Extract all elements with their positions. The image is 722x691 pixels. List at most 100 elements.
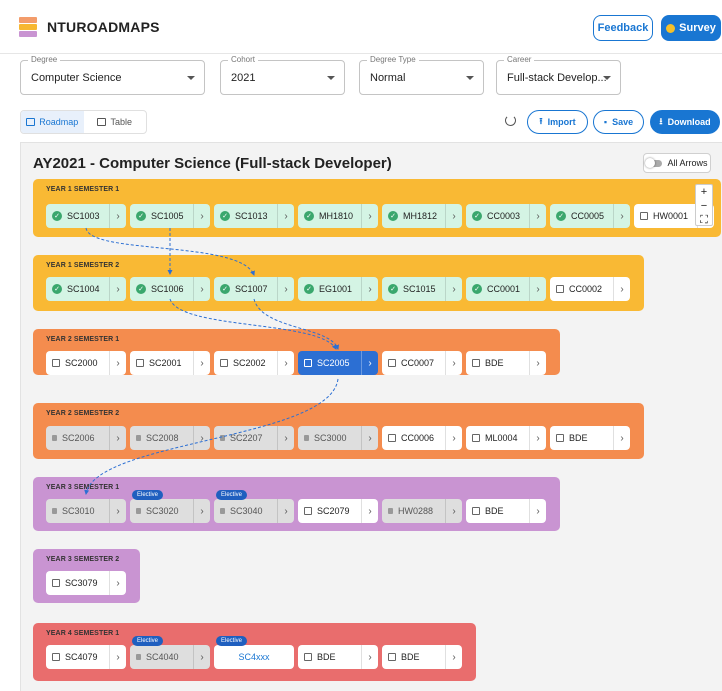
course-main[interactable]: HW0288 [382, 499, 445, 523]
course-card[interactable]: SC2005 › [298, 351, 378, 375]
chevron-right-icon[interactable]: › [445, 426, 462, 450]
cohort-select[interactable]: Cohort 2021 [220, 55, 345, 95]
course-main[interactable]: BDE [382, 645, 445, 669]
course-card[interactable]: SC2006 › [46, 426, 126, 450]
course-card[interactable]: SC2000 › [46, 351, 126, 375]
course-main[interactable]: ✓ SC1003 [46, 204, 109, 228]
course-card[interactable]: Elective SC3040 › [214, 490, 294, 523]
chevron-right-icon[interactable]: › [361, 204, 378, 228]
checkbox-icon[interactable] [52, 359, 60, 367]
chevron-right-icon[interactable]: › [277, 426, 294, 450]
reset-icon[interactable] [505, 115, 516, 126]
course-card[interactable]: ✓ SC1004 › [46, 277, 126, 301]
checkbox-icon[interactable] [640, 212, 648, 220]
career-select[interactable]: Career Full-stack Develop... [496, 55, 621, 95]
chevron-right-icon[interactable]: › [529, 499, 546, 523]
course-card[interactable]: SC3079 › [46, 571, 126, 595]
checkbox-icon[interactable] [472, 507, 480, 515]
course-card[interactable]: ✓ MH1810 › [298, 204, 378, 228]
check-circle-icon[interactable]: ✓ [304, 284, 314, 294]
checkbox-icon[interactable] [472, 359, 480, 367]
toggle-switch[interactable] [645, 157, 663, 168]
check-circle-icon[interactable]: ✓ [52, 211, 62, 221]
course-card[interactable]: BDE › [382, 645, 462, 669]
chevron-right-icon[interactable]: › [277, 351, 294, 375]
course-main[interactable]: SC2079 [298, 499, 361, 523]
chevron-right-icon[interactable]: › [613, 204, 630, 228]
chevron-right-icon[interactable]: › [193, 351, 210, 375]
course-main[interactable]: CC0002 [550, 277, 613, 301]
course-main[interactable]: SC3079 [46, 571, 109, 595]
course-card[interactable]: ✓ SC1015 › [382, 277, 462, 301]
course-main[interactable]: SC2008 [130, 426, 193, 450]
chevron-right-icon[interactable]: › [109, 351, 126, 375]
course-main[interactable]: ✓ MH1812 [382, 204, 445, 228]
course-main[interactable]: SC3010 [46, 499, 109, 523]
checkbox-icon[interactable] [52, 579, 60, 587]
checkbox-icon[interactable] [388, 434, 396, 442]
course-card[interactable]: CC0006 › [382, 426, 462, 450]
course-card[interactable]: HW0288 › [382, 499, 462, 523]
check-circle-icon[interactable]: ✓ [52, 284, 62, 294]
course-card[interactable]: ✓ CC0005 › [550, 204, 630, 228]
checkbox-icon[interactable] [136, 359, 144, 367]
course-card[interactable]: ✓ SC1007 › [214, 277, 294, 301]
course-main[interactable]: ✓ MH1810 [298, 204, 361, 228]
course-card[interactable]: SC3010 › [46, 499, 126, 523]
checkbox-icon[interactable] [472, 434, 480, 442]
course-main[interactable]: SC2207 [214, 426, 277, 450]
course-main[interactable]: ✓ SC1013 [214, 204, 277, 228]
chevron-right-icon[interactable]: › [193, 645, 210, 669]
chevron-right-icon[interactable]: › [613, 277, 630, 301]
checkbox-icon[interactable] [388, 653, 396, 661]
checkbox-icon[interactable] [304, 507, 312, 515]
course-main[interactable]: SC2000 [46, 351, 109, 375]
check-circle-icon[interactable]: ✓ [304, 211, 314, 221]
chevron-right-icon[interactable]: › [529, 426, 546, 450]
course-card[interactable]: Elective SC3020 › [130, 490, 210, 523]
checkbox-icon[interactable] [52, 653, 60, 661]
chevron-right-icon[interactable]: › [109, 277, 126, 301]
chevron-right-icon[interactable]: › [109, 645, 126, 669]
chevron-right-icon[interactable]: › [109, 426, 126, 450]
course-card[interactable]: ✓ EG1001 › [298, 277, 378, 301]
course-card[interactable]: ✓ SC1003 › [46, 204, 126, 228]
course-card[interactable]: SC2002 › [214, 351, 294, 375]
course-main[interactable]: CC0007 [382, 351, 445, 375]
course-main[interactable]: ✓ SC1015 [382, 277, 445, 301]
course-main[interactable]: ✓ CC0005 [550, 204, 613, 228]
save-button[interactable]: ▪ Save [593, 110, 644, 134]
chevron-right-icon[interactable]: › [445, 499, 462, 523]
course-main[interactable]: ML0004 [466, 426, 529, 450]
course-main[interactable]: SC3020 [130, 499, 193, 523]
chevron-right-icon[interactable]: › [193, 499, 210, 523]
course-card[interactable]: CC0007 › [382, 351, 462, 375]
degree-select[interactable]: Degree Computer Science [20, 55, 205, 95]
chevron-right-icon[interactable]: › [361, 645, 378, 669]
course-main[interactable]: ✓ SC1004 [46, 277, 109, 301]
course-card[interactable]: ✓ CC0001 › [466, 277, 546, 301]
check-circle-icon[interactable]: ✓ [136, 211, 146, 221]
download-button[interactable]: ⭳ Download [650, 110, 720, 134]
course-main[interactable]: ✓ SC1005 [130, 204, 193, 228]
checkbox-icon[interactable] [304, 653, 312, 661]
course-card[interactable]: SC2207 › [214, 426, 294, 450]
course-main[interactable]: SC2002 [214, 351, 277, 375]
chevron-right-icon[interactable]: › [529, 351, 546, 375]
tab-roadmap[interactable]: Roadmap [21, 111, 84, 133]
course-card[interactable]: BDE › [466, 499, 546, 523]
course-main[interactable]: CC0006 [382, 426, 445, 450]
check-circle-icon[interactable]: ✓ [472, 284, 482, 294]
course-card[interactable]: ML0004 › [466, 426, 546, 450]
chevron-right-icon[interactable]: › [445, 204, 462, 228]
course-main[interactable]: ✓ EG1001 [298, 277, 361, 301]
course-card[interactable]: ✓ SC1013 › [214, 204, 294, 228]
course-card[interactable]: ✓ MH1812 › [382, 204, 462, 228]
course-card[interactable]: ✓ CC0003 › [466, 204, 546, 228]
chevron-right-icon[interactable]: › [361, 351, 378, 375]
course-card[interactable]: Elective SC4040 › [130, 636, 210, 669]
course-main[interactable]: SC2005 [298, 351, 361, 375]
chevron-right-icon[interactable]: › [193, 426, 210, 450]
check-circle-icon[interactable]: ✓ [220, 284, 230, 294]
course-main[interactable]: SC2001 [130, 351, 193, 375]
